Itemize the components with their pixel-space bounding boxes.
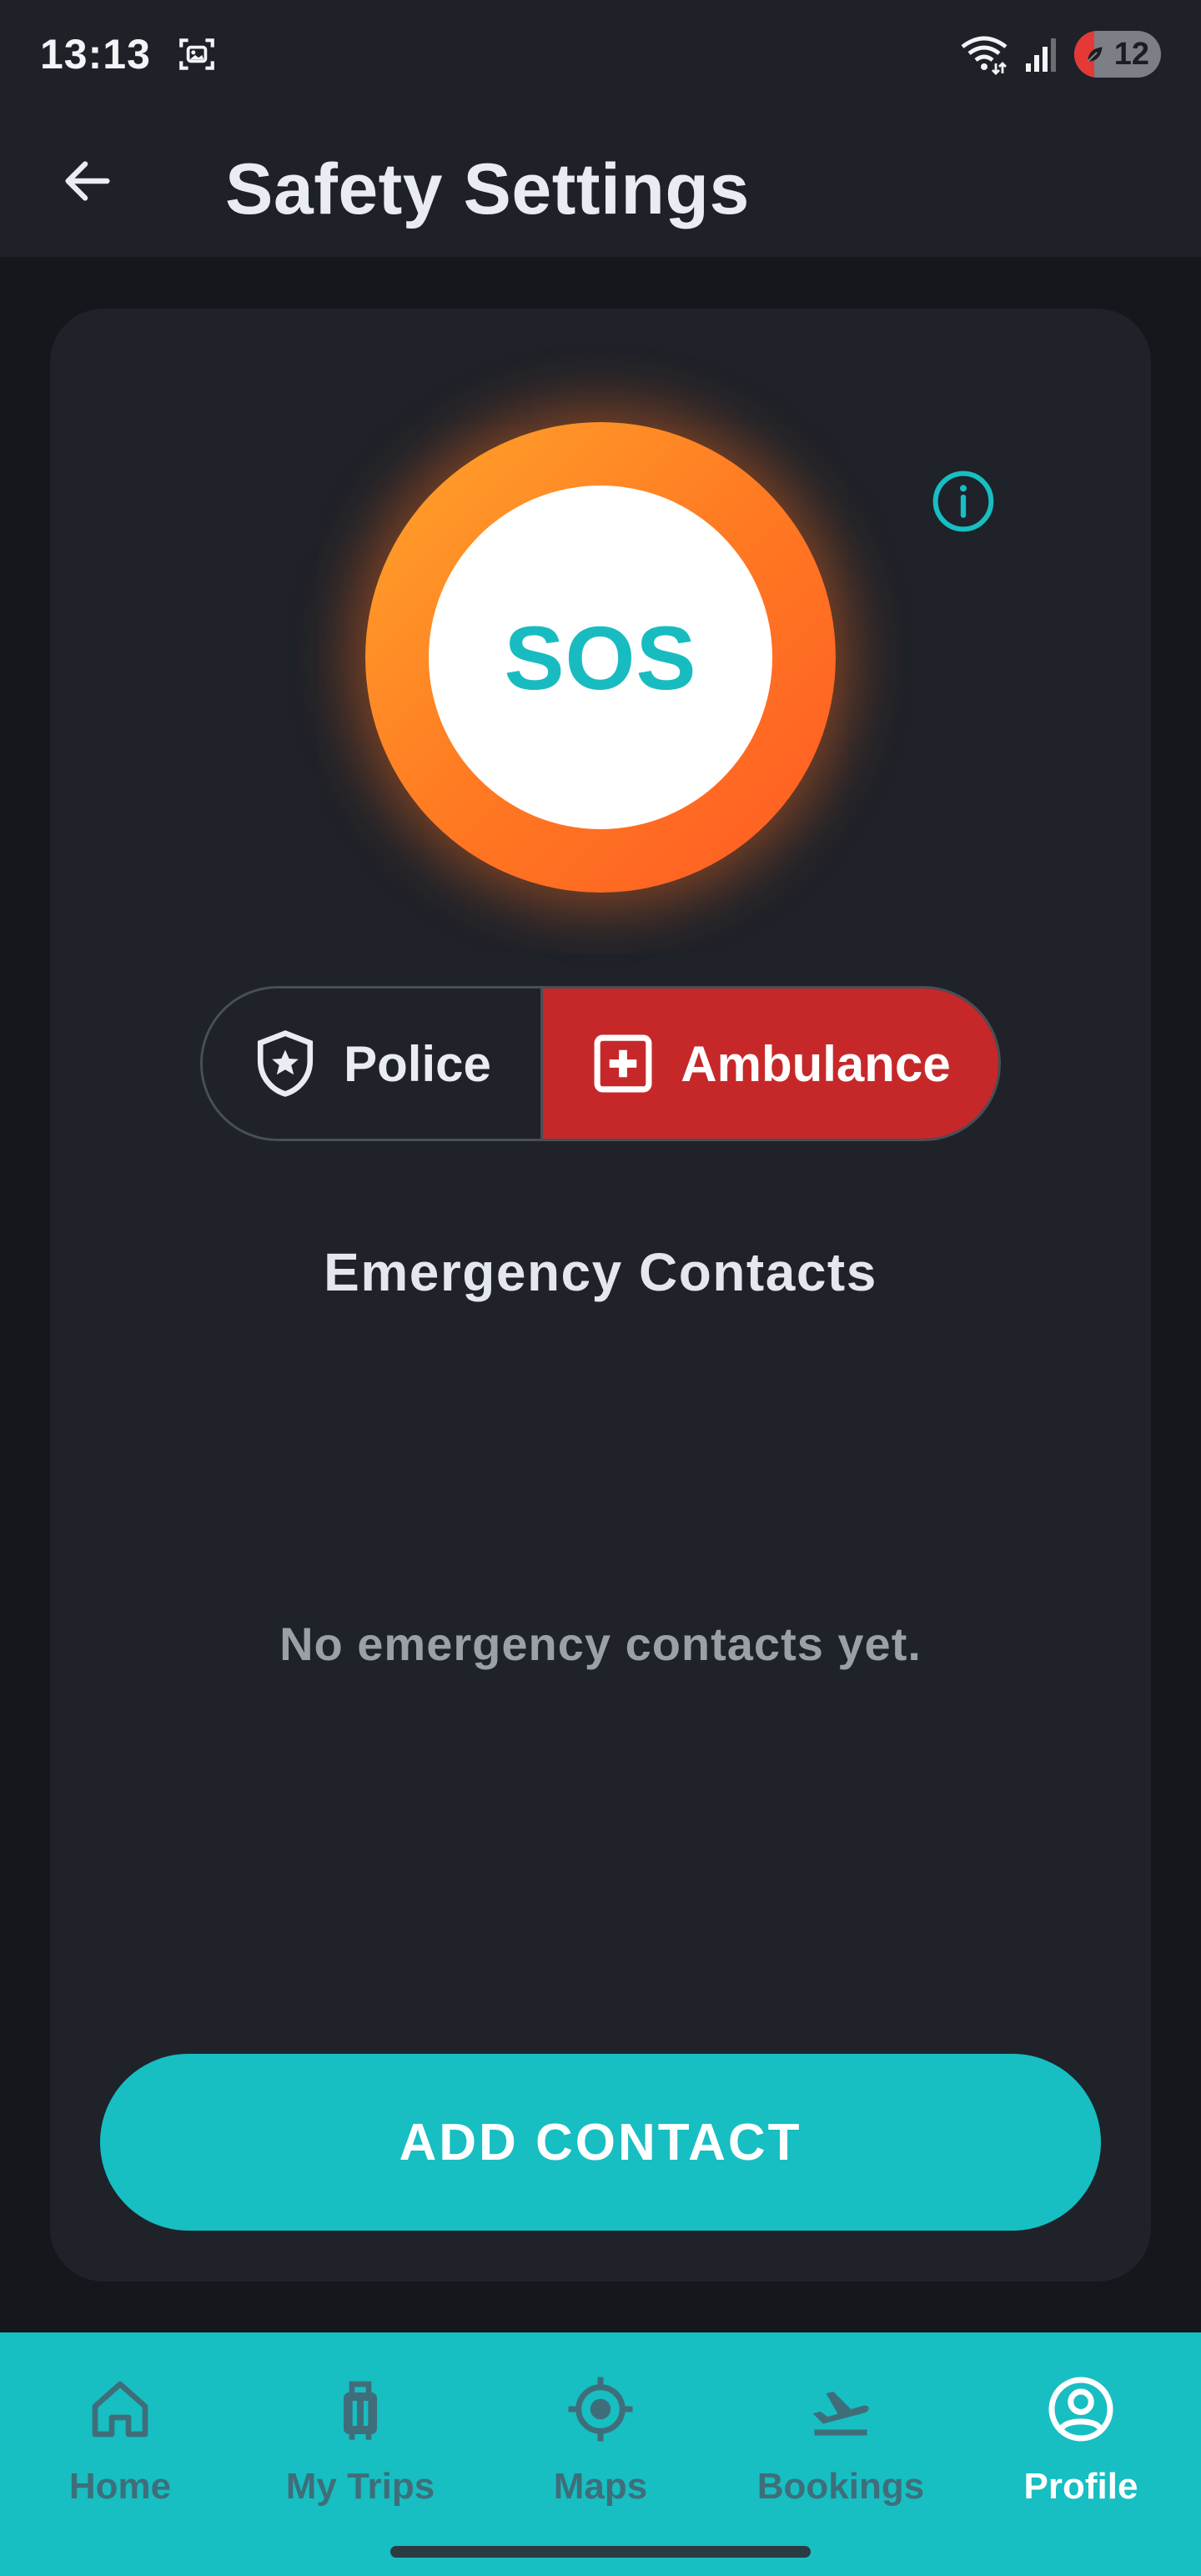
nav-label-profile: Profile xyxy=(1023,2466,1138,2507)
home-icon xyxy=(78,2367,162,2451)
nav-item-maps[interactable]: Maps xyxy=(480,2332,721,2576)
screenshot-icon xyxy=(179,38,214,70)
ambulance-option-label: Ambulance xyxy=(681,1035,951,1092)
battery-saver-leaf-icon xyxy=(1087,47,1103,63)
status-bar: 13:13 12 xyxy=(0,0,1201,108)
back-button[interactable] xyxy=(50,143,125,219)
police-shield-icon xyxy=(258,1030,314,1097)
luggage-icon xyxy=(319,2367,402,2451)
home-gesture-bar[interactable] xyxy=(390,2546,811,2558)
page-title: Safety Settings xyxy=(225,149,750,229)
nav-label-maps: Maps xyxy=(553,2466,648,2507)
sos-button[interactable]: SOS xyxy=(365,422,836,893)
app-bar: Safety Settings xyxy=(0,108,1201,257)
location-target-icon xyxy=(559,2367,642,2451)
profile-icon xyxy=(1039,2367,1123,2451)
safety-card: SOS Police Ambulance Emergency Contacts … xyxy=(50,309,1151,2282)
status-indicators: 12 xyxy=(959,30,1161,78)
nav-item-home[interactable]: Home xyxy=(0,2332,240,2576)
signal-icon xyxy=(1026,38,1056,72)
empty-contacts-message: No emergency contacts yet. xyxy=(279,1618,922,1670)
medical-cross-icon xyxy=(594,1034,652,1093)
status-time: 13:13 xyxy=(40,31,151,78)
police-option-label: Police xyxy=(344,1035,491,1092)
wifi-icon xyxy=(961,36,1008,75)
nav-label-home: Home xyxy=(68,2466,172,2507)
nav-label-bookings: Bookings xyxy=(756,2466,925,2507)
arrow-back-icon xyxy=(65,161,110,201)
nav-label-my-trips: My Trips xyxy=(285,2466,435,2507)
battery-indicator: 12 xyxy=(1074,31,1161,78)
nav-item-my-trips[interactable]: My Trips xyxy=(240,2332,480,2576)
battery-percentage: 12 xyxy=(1113,36,1149,72)
nav-item-profile[interactable]: Profile xyxy=(961,2332,1201,2576)
ambulance-option[interactable]: Ambulance xyxy=(543,989,998,1139)
sos-button-inner: SOS xyxy=(429,486,772,829)
sos-label: SOS xyxy=(504,606,697,708)
info-icon xyxy=(932,470,994,532)
bottom-navigation: Home My Trips Maps Bookings Profile xyxy=(0,2332,1201,2576)
add-contact-button[interactable]: ADD CONTACT xyxy=(100,2054,1101,2231)
police-option[interactable]: Police xyxy=(203,989,543,1139)
emergency-service-selector: Police Ambulance xyxy=(200,986,1001,1141)
flight-takeoff-icon xyxy=(799,2367,882,2451)
info-button[interactable] xyxy=(926,464,1001,539)
emergency-contacts-heading: Emergency Contacts xyxy=(324,1242,877,1302)
nav-item-bookings[interactable]: Bookings xyxy=(721,2332,961,2576)
